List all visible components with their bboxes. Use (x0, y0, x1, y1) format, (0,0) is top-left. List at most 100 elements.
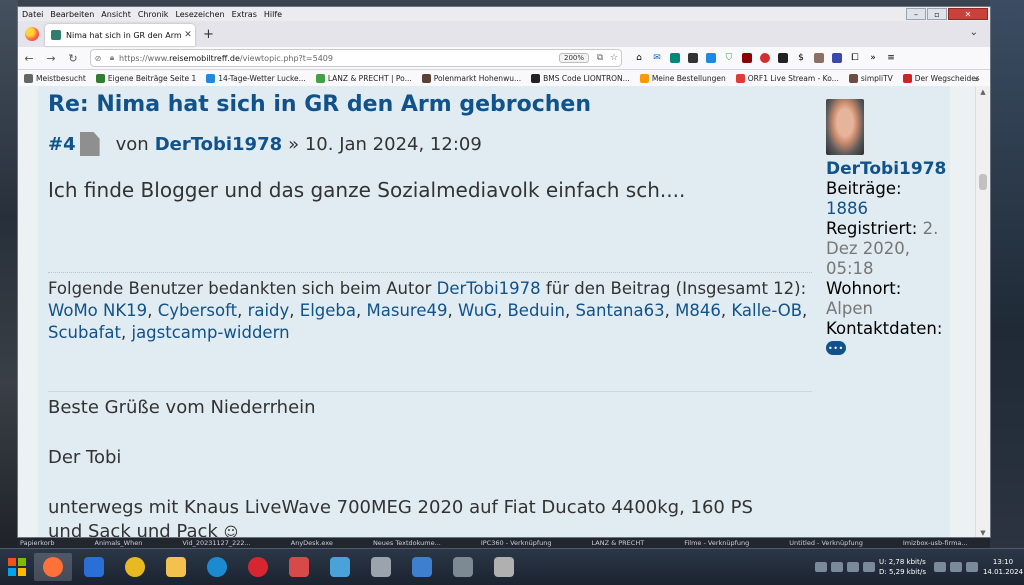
new-tab-icon[interactable]: + (203, 27, 214, 42)
post-author-link[interactable]: DerTobi1978 (155, 134, 282, 155)
tab-current[interactable]: Nima hat sich in GR den Arm ge ✕ (45, 24, 195, 46)
minimize-button[interactable]: – (906, 8, 926, 20)
shield-icon[interactable]: ⛉ (720, 50, 738, 66)
contact-speech-icon[interactable] (826, 339, 846, 359)
adblock-icon[interactable] (756, 50, 774, 66)
bookmark-favicon-icon (902, 73, 912, 83)
thanks-user-link[interactable]: jagstcamp-widdern (131, 323, 289, 342)
post-title[interactable]: Re: Nima hat sich in GR den Arm gebroche… (48, 92, 591, 117)
extension-blue-icon[interactable] (702, 50, 720, 66)
taskbar-app-chrome[interactable] (116, 553, 154, 581)
thanks-user-link[interactable]: WuG (458, 301, 497, 320)
scroll-up-icon[interactable]: ▲ (976, 88, 990, 96)
thanks-user-link[interactable]: Beduin (507, 301, 564, 320)
tray-icon[interactable] (934, 562, 946, 572)
volume-icon[interactable] (966, 562, 978, 572)
translate-ext-icon[interactable] (828, 50, 846, 66)
address-bar[interactable]: ⊘ 🔒︎ https://www. reisemobiltreff.de /vi… (90, 49, 622, 67)
taskbar-app-calc[interactable] (362, 553, 400, 581)
thanks-user-link[interactable]: Scubafat (48, 323, 121, 342)
profile-posts-value[interactable]: 1886 (826, 199, 950, 219)
bookmarks-overflow-icon[interactable]: » (974, 75, 980, 85)
tracking-protection-icon[interactable]: ⊘ (91, 54, 105, 63)
menu-item-chronik[interactable]: Chronik (138, 10, 169, 19)
tray-icon[interactable] (950, 562, 962, 572)
bookmark-item[interactable]: Der Wegscheider (902, 73, 979, 83)
chevron-down-icon[interactable]: ⌄ (970, 27, 978, 38)
taskbar-app-opera[interactable] (239, 553, 277, 581)
menu-item-lesezeichen[interactable]: Lesezeichen (175, 10, 224, 19)
start-button[interactable] (0, 552, 34, 582)
tab-close-icon[interactable]: ✕ (181, 30, 195, 40)
tray-icon[interactable] (831, 562, 843, 572)
lock-icon[interactable]: 🔒︎ (105, 53, 119, 63)
clock[interactable]: 13:10 14.01.2024 (982, 557, 1024, 577)
thanks-user-link[interactable]: Masure49 (367, 301, 448, 320)
taskbar-app-device[interactable] (444, 553, 482, 581)
extension-teal-icon[interactable] (666, 50, 684, 66)
taskbar-app-firefox[interactable] (34, 553, 72, 581)
bookmark-item[interactable]: ORF1 Live Stream - Ko... (735, 73, 839, 83)
maximize-button[interactable]: ▫ (927, 8, 947, 20)
bookmark-item[interactable]: BMS Code LIONTRON... (531, 73, 630, 83)
profile-username[interactable]: DerTobi1978 (826, 159, 950, 179)
home-icon[interactable]: ⌂ (630, 50, 648, 66)
thanks-user-link[interactable]: raidy (248, 301, 290, 320)
overflow-icon[interactable]: » (864, 50, 882, 66)
thanks-intro: Folgende Benutzer bedankten sich beim Au… (48, 279, 432, 298)
bookmark-item[interactable]: Eigene Beiträge Seite 1 (95, 73, 196, 83)
dollar-icon[interactable]: $ (792, 50, 810, 66)
ublock-icon[interactable] (738, 50, 756, 66)
extension-brown-icon[interactable] (810, 50, 828, 66)
menu-item-ansicht[interactable]: Ansicht (101, 10, 131, 19)
bookmark-item[interactable]: Polenmarkt Hohenwu... (421, 73, 521, 83)
taskbar-app-calendar[interactable] (485, 553, 523, 581)
zoom-level[interactable]: 200% (558, 53, 589, 63)
bookmark-item[interactable]: 14-Tage-Wetter Lucke... (206, 73, 306, 83)
bookmark-item[interactable]: Meine Bestellungen (639, 73, 726, 83)
menu-item-extras[interactable]: Extras (232, 10, 257, 19)
tray-icon[interactable] (847, 562, 859, 572)
extensions-puzzle-icon[interactable]: ⧠ (846, 50, 864, 66)
taskbar-app-sun-app[interactable] (321, 553, 359, 581)
taskbar-app-monitor[interactable] (403, 553, 441, 581)
taskbar-app-shield[interactable] (75, 553, 113, 581)
bookmark-item[interactable]: Meistbesucht (24, 73, 86, 83)
taskbar-app-folder[interactable] (157, 553, 195, 581)
thanks-user-link[interactable]: Elgeba (300, 301, 356, 320)
page-scrollbar[interactable]: ▲ ▼ (975, 86, 990, 537)
bookmark-item[interactable]: LANZ & PRECHT | Po... (315, 73, 412, 83)
thanks-user-link[interactable]: WoMo NK19 (48, 301, 147, 320)
extension-dark-icon[interactable] (684, 50, 702, 66)
thanks-user-link[interactable]: Kalle-OB (731, 301, 802, 320)
translate-icon[interactable]: ⧉ (593, 53, 607, 63)
scroll-down-icon[interactable]: ▼ (976, 529, 990, 537)
menu-item-datei[interactable]: Datei (22, 10, 43, 19)
taskbar-app-red-app[interactable] (280, 553, 318, 581)
post-number[interactable]: #4 (48, 134, 76, 155)
back-icon[interactable]: ← (18, 52, 40, 65)
menu-item-bearbeiten[interactable]: Bearbeiten (50, 10, 94, 19)
menu-icon[interactable]: ≡ (882, 50, 900, 66)
bookmark-item[interactable]: simpliTV (848, 73, 893, 83)
scrollbar-thumb[interactable] (979, 174, 987, 190)
tray-icon[interactable] (863, 562, 875, 572)
thanks-user-link[interactable]: M846 (675, 301, 721, 320)
post-document-icon[interactable] (79, 132, 100, 156)
avatar[interactable] (826, 99, 864, 155)
thanks-user-link[interactable]: Cybersoft (158, 301, 237, 320)
forward-icon[interactable]: → (40, 52, 62, 65)
firefox-icon[interactable] (25, 27, 39, 41)
tray-icon[interactable] (815, 562, 827, 572)
thanks-user-link[interactable]: Santana63 (575, 301, 664, 320)
thanks-author-link[interactable]: DerTobi1978 (437, 279, 541, 298)
close-button[interactable]: ✕ (948, 8, 988, 20)
bookmark-star-icon[interactable]: ☆ (607, 53, 621, 63)
extension-badge-icon[interactable] (774, 50, 792, 66)
menu-item-hilfe[interactable]: Hilfe (264, 10, 282, 19)
taskbar-app-edge[interactable] (198, 553, 236, 581)
download-label: D: (879, 568, 887, 576)
reload-icon[interactable]: ↻ (62, 52, 84, 65)
mail-icon[interactable]: ✉ (648, 50, 666, 66)
url-path: /viewtopic.php?t=5409 (239, 53, 333, 63)
